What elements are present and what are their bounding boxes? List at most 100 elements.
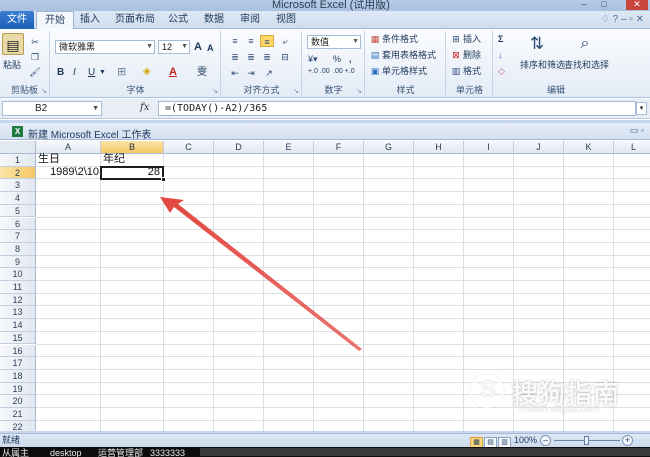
zoom-level[interactable]: 100% <box>514 434 537 447</box>
row-header-21[interactable]: 21 <box>0 408 36 421</box>
column-header-l[interactable]: L <box>614 141 650 154</box>
cell-a1[interactable]: 生日 <box>38 153 60 166</box>
align-center-icon[interactable]: ≣ <box>244 51 258 63</box>
row-header-2[interactable]: 2 <box>0 166 36 180</box>
align-middle-icon[interactable]: ≡ <box>244 35 258 47</box>
grow-font-button[interactable]: A <box>194 41 202 53</box>
tab-file[interactable]: 文件 <box>0 11 34 29</box>
row-header-4[interactable]: 4 <box>0 192 36 205</box>
underline-dropdown-icon[interactable]: ▼ <box>99 67 106 79</box>
cell-b1[interactable]: 年纪 <box>103 153 125 166</box>
merge-center-icon[interactable]: ⊟ <box>278 51 292 63</box>
taskbar-item-4[interactable]: 3333333 <box>150 447 196 457</box>
close-button[interactable]: ✕ <box>626 0 648 10</box>
row-header-10[interactable]: 10 <box>0 268 36 281</box>
row-header-1[interactable]: 1 <box>0 154 36 167</box>
row-header-18[interactable]: 18 <box>0 369 36 383</box>
sort-filter-button[interactable]: 排序和筛选 <box>520 59 565 71</box>
row-header-19[interactable]: 19 <box>0 382 36 396</box>
row-header-3[interactable]: 3 <box>0 179 36 193</box>
font-size-select[interactable]: 12 ▼ <box>158 40 190 54</box>
wrap-text-icon[interactable]: ⤶ <box>278 35 292 47</box>
align-left-icon[interactable]: ≣ <box>228 51 242 63</box>
percent-button[interactable]: % <box>333 53 341 65</box>
sort-filter-icon[interactable]: ⇅ <box>526 33 548 55</box>
italic-button[interactable]: I <box>73 67 76 79</box>
align-bottom-icon[interactable]: ≡ <box>260 35 274 47</box>
zoom-slider-thumb[interactable] <box>584 436 589 445</box>
currency-icon[interactable]: ¥▾ <box>308 53 318 65</box>
clipboard-launcher-icon[interactable]: ↘ <box>41 87 47 95</box>
autosum-button[interactable]: Σ <box>498 33 503 45</box>
number-launcher-icon[interactable]: ↘ <box>356 87 362 95</box>
row-header-15[interactable]: 15 <box>0 331 36 345</box>
row-header-14[interactable]: 14 <box>0 319 36 332</box>
shrink-font-button[interactable]: A <box>207 42 214 54</box>
column-header-j[interactable]: J <box>514 141 564 154</box>
paste-button[interactable]: 粘贴 <box>3 59 21 71</box>
decrease-decimal-button[interactable]: .00 +.0 <box>333 68 355 76</box>
tab-page-layout[interactable]: 页面布局 <box>110 11 160 29</box>
row-header-11[interactable]: 11 <box>0 281 36 294</box>
tab-insert[interactable]: 插入 <box>76 11 104 29</box>
insert-function-button[interactable]: fx <box>140 102 149 113</box>
column-header-g[interactable]: G <box>364 141 414 154</box>
zoom-out-button[interactable]: – <box>540 435 551 446</box>
row-header-8[interactable]: 8 <box>0 242 36 256</box>
increase-decimal-button[interactable]: +.0 .00 <box>308 68 330 76</box>
orientation-icon[interactable]: ↗ <box>262 67 276 79</box>
taskbar-item-1[interactable]: 从属主 <box>2 447 40 457</box>
decrease-indent-icon[interactable]: ⇤ <box>228 67 242 79</box>
find-select-icon[interactable]: ⌕ <box>574 33 596 55</box>
paste-icon[interactable]: ▤ <box>2 33 24 55</box>
cell-b2[interactable]: 28 <box>101 166 160 179</box>
tab-data[interactable]: 数据 <box>200 11 228 29</box>
column-header-f[interactable]: F <box>314 141 364 154</box>
row-header-7[interactable]: 7 <box>0 230 36 243</box>
column-header-k[interactable]: K <box>564 141 614 154</box>
taskbar-item-desktop[interactable]: desktop <box>50 447 100 457</box>
row-header-13[interactable]: 13 <box>0 306 36 320</box>
delete-cells-button[interactable]: 删除 <box>463 49 481 61</box>
name-box[interactable]: B2 ▼ <box>2 101 102 116</box>
bold-button[interactable]: B <box>57 67 64 79</box>
clear-button[interactable]: ◇ <box>498 65 505 77</box>
expand-formula-bar-button[interactable]: ▾ <box>636 102 647 115</box>
comma-button[interactable]: , <box>349 53 352 65</box>
minimize-button[interactable]: – <box>575 0 593 10</box>
border-icon[interactable]: ⊞ <box>117 66 126 78</box>
number-format-select[interactable]: 数值 ▼ <box>307 35 361 49</box>
format-as-table-button[interactable]: 套用表格格式 <box>382 49 436 61</box>
chevron-down-icon[interactable]: ▼ <box>92 102 99 115</box>
font-name-select[interactable]: 微软雅黑 ▼ <box>55 40 155 54</box>
row-header-5[interactable]: 5 <box>0 204 36 218</box>
workbook-window-controls[interactable]: ▭ ▫ <box>630 125 644 136</box>
row-header-17[interactable]: 17 <box>0 357 36 370</box>
cut-icon[interactable]: ✂ <box>28 36 42 48</box>
copy-icon[interactable]: ❐ <box>28 51 42 63</box>
fill-button[interactable]: ↓ <box>498 49 503 61</box>
tab-view[interactable]: 视图 <box>272 11 300 29</box>
select-all-corner[interactable] <box>0 141 36 154</box>
phonetic-button[interactable]: 雯 <box>197 67 207 79</box>
ribbon-window-controls[interactable]: ♢ ? – ▫ ✕ <box>601 14 644 25</box>
taskbar-item-3[interactable]: 运营管理部 <box>98 447 146 457</box>
alignment-launcher-icon[interactable]: ↘ <box>293 87 299 95</box>
tab-review[interactable]: 审阅 <box>236 11 264 29</box>
column-header-c[interactable]: C <box>164 141 214 154</box>
format-painter-icon[interactable]: 🖌 <box>28 66 42 78</box>
tab-formulas[interactable]: 公式 <box>164 11 192 29</box>
find-select-button[interactable]: 查找和选择 <box>564 59 609 71</box>
column-header-h[interactable]: H <box>414 141 464 154</box>
column-header-i[interactable]: I <box>464 141 514 154</box>
fill-handle[interactable] <box>161 176 166 182</box>
cell-styles-button[interactable]: 单元格样式 <box>382 65 427 77</box>
maximize-button[interactable]: □ <box>595 0 613 10</box>
cell-a2[interactable]: 1989\2\10 <box>36 166 99 179</box>
font-launcher-icon[interactable]: ↘ <box>212 87 218 95</box>
fill-color-icon[interactable]: ◈ <box>143 66 151 78</box>
align-top-icon[interactable]: ≡ <box>228 35 242 47</box>
increase-indent-icon[interactable]: ⇥ <box>244 67 258 79</box>
row-header-22[interactable]: 22 <box>0 420 36 431</box>
formula-input[interactable]: =(TODAY()-A2)/365 <box>158 101 636 116</box>
